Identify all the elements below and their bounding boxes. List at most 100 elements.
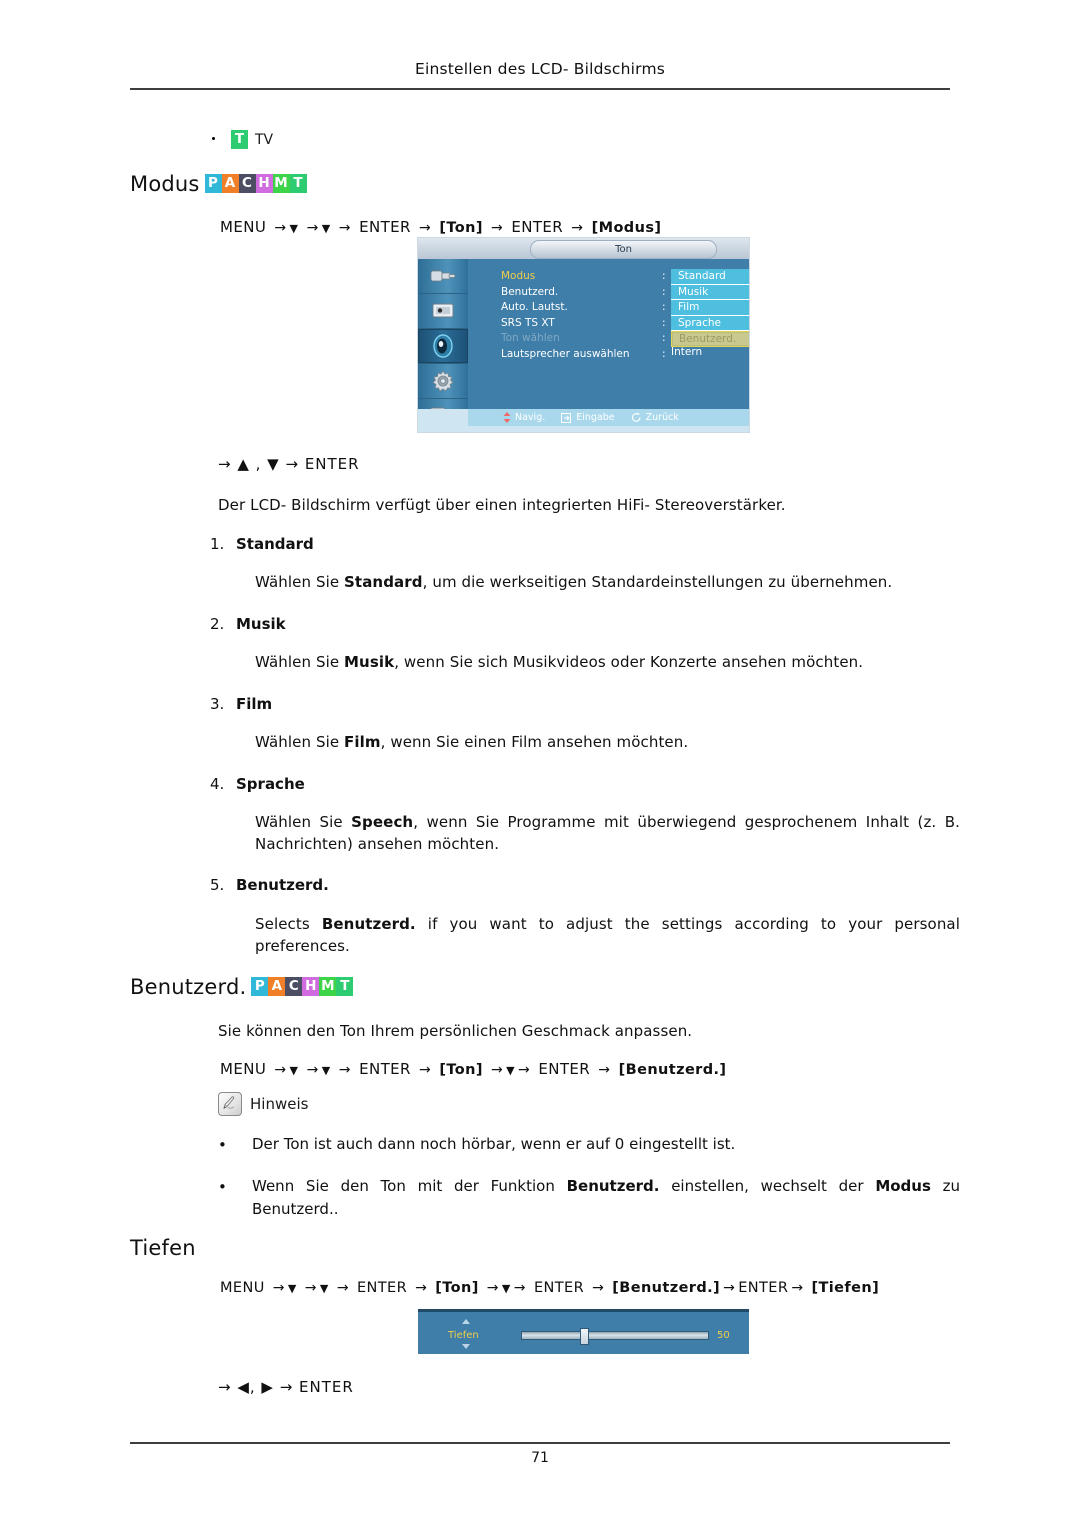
arrow-down-icon: ▼ — [289, 222, 299, 235]
desc-pre: Selects — [255, 915, 322, 933]
arrow-right-icon: → — [518, 1062, 531, 1078]
menu-path-enter-1: ENTER — [359, 1060, 411, 1078]
osd-hint-enter: Eingabe — [561, 412, 615, 423]
list-item-film: 3. Film — [210, 695, 272, 713]
badge-m-icon: M — [272, 173, 290, 193]
note-bullet-2: • Wenn Sie den Ton mit der Funktion Benu… — [218, 1175, 960, 1220]
badge-p-icon: P — [204, 173, 222, 193]
arrow-right-icon: → — [491, 1062, 504, 1078]
menu-path-start: MENU — [220, 1060, 267, 1078]
note-text-bold-2: Modus — [875, 1177, 931, 1195]
list-item-sprache: 4. Sprache — [210, 775, 305, 793]
osd-option-benutzerd[interactable]: Benutzerd. — [671, 331, 749, 347]
arrow-right-icon: → — [304, 1280, 317, 1296]
menu-path-enter-3: ENTER — [738, 1280, 789, 1296]
section-title-tiefen: Tiefen — [130, 1236, 196, 1260]
nav-line-tiefen: → ◀, ▶ → ENTER — [218, 1378, 354, 1396]
arrow-right-icon: → — [336, 1280, 349, 1296]
osd-option-musik[interactable]: Musik — [671, 284, 749, 300]
arrow-down-icon: ▼ — [501, 1282, 511, 1295]
arrow-right-icon: → — [338, 220, 351, 236]
list-item-name: Benutzerd. — [236, 876, 329, 894]
arrow-down-icon: ▼ — [289, 1064, 299, 1077]
page-header-title: Einstellen des LCD- Bildschirms — [414, 60, 666, 78]
paragraph-sprache-desc: Wählen Sie Speech, wenn Sie Programme mi… — [255, 812, 960, 856]
return-arrow-icon — [631, 412, 641, 422]
osd-colon: : — [662, 332, 666, 344]
nav-line-modus: → ▲ , ▼ → ENTER — [218, 455, 360, 473]
note-pen-icon — [218, 1092, 242, 1116]
arrow-right-icon: → — [274, 1062, 287, 1078]
arrow-right-icon: → — [306, 1062, 319, 1078]
osd-hint-return: Zurück — [631, 412, 679, 423]
osd-row-auto-lautst[interactable]: Auto. Lautst. — [501, 300, 630, 316]
osd-row-srs-ts-xt[interactable]: SRS TS XT — [501, 316, 630, 332]
note-label: Hinweis — [250, 1095, 309, 1113]
desc-pre: Wählen Sie — [255, 813, 352, 831]
osd-slider-up-arrow-icon[interactable] — [462, 1319, 470, 1324]
list-number: 2. — [210, 615, 225, 633]
desc-post: , wenn Sie sich Musikvideos oder Konzert… — [394, 653, 864, 671]
badge-c-icon: C — [285, 976, 303, 996]
osd-icon-picture-display[interactable] — [418, 294, 468, 329]
osd-colon: : — [662, 347, 666, 360]
osd-title: Ton — [530, 240, 717, 259]
osd-row-benutzerd[interactable]: Benutzerd. — [501, 285, 630, 301]
menu-path-enter-2: ENTER — [533, 1280, 585, 1296]
menu-path-enter-2: ENTER — [538, 1060, 591, 1078]
osd-row-modus[interactable]: Modus — [501, 269, 630, 285]
desc-bold: Standard — [344, 573, 423, 591]
osd-icon-setup-gear[interactable] — [418, 364, 468, 399]
badge-t-icon: T — [231, 130, 248, 149]
arrow-right-icon: → — [791, 1280, 804, 1296]
osd-slider-down-arrow-icon[interactable] — [462, 1344, 470, 1349]
list-item-benutzerd: 5. Benutzerd. — [210, 876, 329, 894]
osd-colon: : — [662, 316, 666, 329]
osd-icon-sound-speaker[interactable] — [418, 329, 468, 364]
arrow-right-icon: → — [419, 220, 432, 236]
list-item-name: Film — [236, 695, 273, 713]
page-number: 71 — [531, 1450, 549, 1466]
arrow-right-icon: → — [272, 1280, 285, 1296]
list-number: 3. — [210, 695, 225, 713]
arrow-right-icon: → — [723, 1280, 736, 1296]
section-title-modus-text: Modus — [130, 172, 200, 196]
osd-icon-input-plug[interactable] — [418, 259, 468, 294]
osd-slider-label: Tiefen — [448, 1330, 479, 1341]
bullet-dot-icon: • — [218, 1136, 227, 1154]
section-title-benutzerd-text: Benutzerd. — [130, 975, 247, 999]
desc-bold: Speech — [351, 813, 414, 831]
list-number: 1. — [210, 535, 225, 553]
header-divider — [130, 88, 950, 90]
osd-hint-label: Eingabe — [576, 412, 615, 423]
list-number: 4. — [210, 775, 225, 793]
bullet-dot-icon — [212, 136, 215, 140]
osd-hint-label: Zurück — [645, 412, 679, 423]
osd-option-film[interactable]: Film — [671, 300, 749, 316]
osd-setting-labels: Modus Benutzerd. Auto. Lautst. SRS TS XT… — [501, 269, 630, 362]
desc-pre: Wählen Sie — [255, 653, 345, 671]
arrow-right-icon: → — [592, 1280, 605, 1296]
arrow-right-icon: → — [306, 220, 319, 236]
osd-option-standard[interactable]: Standard — [671, 269, 749, 285]
paragraph-musik-desc: Wählen Sie Musik, wenn Sie sich Musikvid… — [255, 652, 960, 674]
osd-slider-track[interactable] — [521, 1328, 709, 1345]
osd-slider-knob[interactable] — [580, 1328, 589, 1345]
desc-post: , wenn Sie einen Film ansehen möchten. — [380, 733, 689, 751]
menu-path-enter-1: ENTER — [359, 218, 411, 236]
osd-body: Modus Benutzerd. Auto. Lautst. SRS TS XT… — [418, 259, 749, 432]
note-text-bold-1: Benutzerd. — [566, 1177, 660, 1195]
osd-hint-label: Navig. — [515, 412, 546, 423]
menu-path-tiefen: MENU → ▼ → ▼ → ENTER → [Ton] → ▼ → ENTER → [… — [220, 1280, 879, 1296]
osd-footer: Navig. Eingabe Zurück — [418, 409, 749, 432]
desc-pre: Wählen Sie — [255, 733, 345, 751]
menu-path-bracket-modus: [Modus] — [591, 220, 662, 236]
osd-row-label: Benutzerd. — [501, 285, 559, 298]
osd-option-sprache[interactable]: Sprache — [671, 315, 749, 331]
badge-m-icon: M — [319, 976, 337, 996]
menu-path-bracket-ton: [Ton] — [439, 1062, 483, 1078]
arrow-down-icon: ▼ — [321, 222, 331, 235]
osd-row-lautsprecher-auswaehlen[interactable]: Lautsprecher auswählen — [501, 347, 630, 363]
list-item-standard: 1. Standard — [210, 535, 314, 553]
osd-slider-value: 50 — [717, 1330, 730, 1341]
